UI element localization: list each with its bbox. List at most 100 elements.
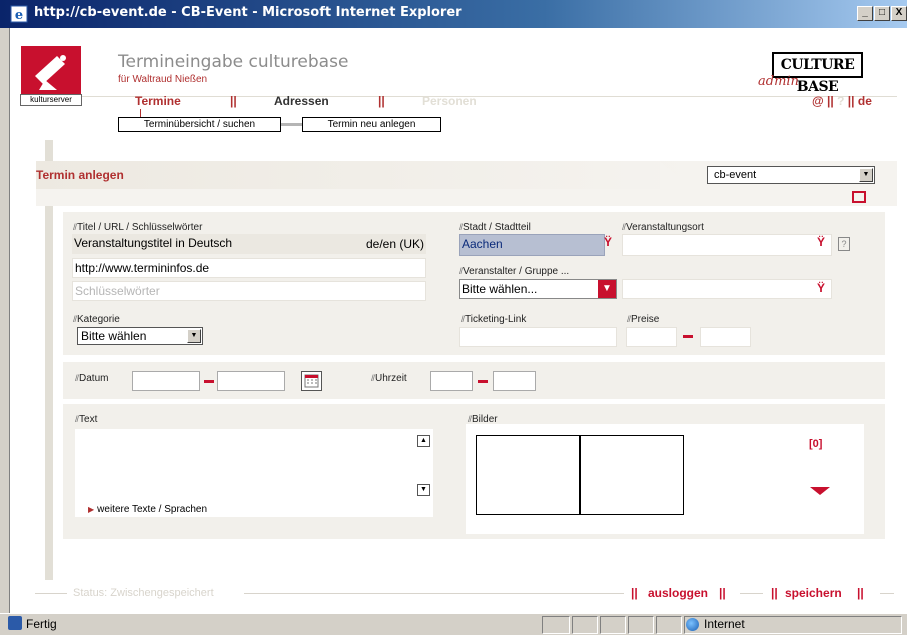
calendar-icon[interactable] xyxy=(301,371,322,391)
subnav-connector xyxy=(140,109,141,117)
satellite-dish-icon xyxy=(35,55,66,90)
range-dash xyxy=(204,380,214,383)
chevron-double-down-icon[interactable]: Ÿ xyxy=(816,282,826,294)
chevron-double-down-icon[interactable]: Ÿ xyxy=(603,236,613,248)
left-window-frame xyxy=(0,28,10,613)
city-label: //Stadt / Stadtteil xyxy=(459,222,531,233)
nav-separator: || xyxy=(378,94,385,108)
contact-link[interactable]: @ xyxy=(812,94,824,108)
time-to-field[interactable] xyxy=(493,371,536,391)
panel-title: Termin anlegen xyxy=(36,168,124,182)
footer-separator: || xyxy=(631,586,638,600)
image-slot[interactable] xyxy=(476,435,580,515)
expand-images-icon[interactable] xyxy=(810,487,830,495)
footer-line xyxy=(740,593,763,594)
footer-line xyxy=(35,593,67,594)
ticketing-field[interactable] xyxy=(459,327,617,347)
price-label: //Preise xyxy=(627,314,660,325)
nav-separator: || xyxy=(827,94,834,108)
browser-window-title: http://cb-event.de - CB-Event - Microsof… xyxy=(34,5,462,20)
url-field[interactable]: http://www.termininfos.de xyxy=(72,258,426,278)
footer-separator: || xyxy=(771,586,778,600)
subnav-new-button[interactable]: Termin neu anlegen xyxy=(302,117,441,132)
maximize-button[interactable]: □ xyxy=(874,6,890,21)
title-url-label: //Titel / URL / Schlüsselwörter xyxy=(73,222,203,233)
status-pane xyxy=(656,616,682,634)
save-link[interactable]: speichern xyxy=(785,586,842,600)
category-select[interactable]: Bitte wählen ▼ xyxy=(77,327,203,345)
print-icon[interactable] xyxy=(852,191,866,203)
category-label: //Kategorie xyxy=(73,314,120,325)
database-select[interactable]: cb-event ▼ xyxy=(707,166,875,184)
user-subtitle: für Waltraud Nießen xyxy=(118,74,208,85)
internet-explorer-icon: e xyxy=(10,5,28,23)
logout-link[interactable]: ausloggen xyxy=(648,586,708,600)
language-link[interactable]: de xyxy=(858,94,872,108)
footer-separator: || xyxy=(719,586,726,600)
range-dash xyxy=(478,380,488,383)
date-from-field[interactable] xyxy=(132,371,200,391)
database-select-value: cb-event xyxy=(714,169,757,181)
image-slot[interactable] xyxy=(580,435,684,515)
price-to-field[interactable] xyxy=(700,327,751,347)
footer-line xyxy=(244,593,624,594)
browser-status-text: Fertig xyxy=(26,617,57,631)
range-dash xyxy=(683,335,693,338)
panel-left-rail xyxy=(45,140,53,580)
page-loaded-icon xyxy=(8,616,22,630)
subnav-connector xyxy=(281,123,302,126)
calendar-grid xyxy=(304,374,319,388)
price-from-field[interactable] xyxy=(626,327,677,347)
tab-termine[interactable]: Termine xyxy=(135,94,181,108)
status-pane xyxy=(600,616,626,634)
keywords-field[interactable]: Schlüsselwörter xyxy=(72,281,426,301)
nav-right-links: @ || ? || de xyxy=(812,94,872,108)
tab-adressen[interactable]: Adressen xyxy=(274,94,329,108)
nav-separator: || xyxy=(230,94,237,108)
time-label: //Uhrzeit xyxy=(371,373,407,384)
panel-header-corner xyxy=(660,161,694,189)
scroll-down-icon[interactable]: ▼ xyxy=(417,484,430,496)
print-row xyxy=(36,189,897,206)
svg-text:e: e xyxy=(15,8,23,23)
page-title: Termineingabe culturebase xyxy=(118,52,349,72)
more-texts-link[interactable]: ▶ weitere Texte / Sprachen xyxy=(88,504,207,515)
chevron-down-icon[interactable]: ▼ xyxy=(598,280,616,298)
city-field[interactable]: Aachen xyxy=(459,234,605,256)
admin-label: admin xyxy=(758,74,799,89)
chevron-double-down-icon[interactable]: Ÿ xyxy=(816,236,826,248)
status-pane xyxy=(542,616,570,634)
kulturserver-logo[interactable] xyxy=(21,46,81,94)
footer-separator: || xyxy=(857,586,864,600)
venue-field[interactable] xyxy=(622,234,832,256)
scroll-up-icon[interactable]: ▲ xyxy=(417,435,430,447)
status-pane xyxy=(572,616,598,634)
minimize-button[interactable]: _ xyxy=(857,6,873,21)
globe-icon xyxy=(686,618,699,631)
chevron-down-icon[interactable]: ▼ xyxy=(187,329,201,343)
ticketing-label: //Ticketing-Link xyxy=(461,314,527,325)
help-button[interactable]: ? xyxy=(838,237,850,251)
help-link[interactable]: ? xyxy=(837,94,844,108)
time-from-field[interactable] xyxy=(430,371,473,391)
tab-personen[interactable]: Personen xyxy=(422,94,477,108)
kulturserver-label: kulturserver xyxy=(20,94,82,106)
status-pane xyxy=(628,616,654,634)
text-label: //Text xyxy=(75,414,98,425)
nav-separator: || xyxy=(847,94,855,108)
title-language[interactable]: de/en (UK) xyxy=(366,234,424,254)
date-label: //Datum xyxy=(75,373,109,384)
save-status: Status: Zwischengespeichert xyxy=(73,587,214,599)
organizer-select[interactable]: Bitte wählen... xyxy=(459,279,617,299)
organizer-field[interactable] xyxy=(622,279,832,299)
footer-line xyxy=(880,593,894,594)
chevron-down-icon[interactable]: ▼ xyxy=(859,168,873,182)
triangle-right-icon: ▶ xyxy=(88,505,95,514)
venue-label: //Veranstaltungsort xyxy=(622,222,704,233)
date-to-field[interactable] xyxy=(217,371,285,391)
organizer-label: //Veranstalter / Gruppe ... xyxy=(459,266,570,277)
subnav-overview-button[interactable]: Terminübersicht / suchen xyxy=(118,117,281,132)
close-button[interactable]: X xyxy=(891,6,907,21)
category-select-value: Bitte wählen xyxy=(81,329,147,343)
nav-divider xyxy=(82,96,897,97)
